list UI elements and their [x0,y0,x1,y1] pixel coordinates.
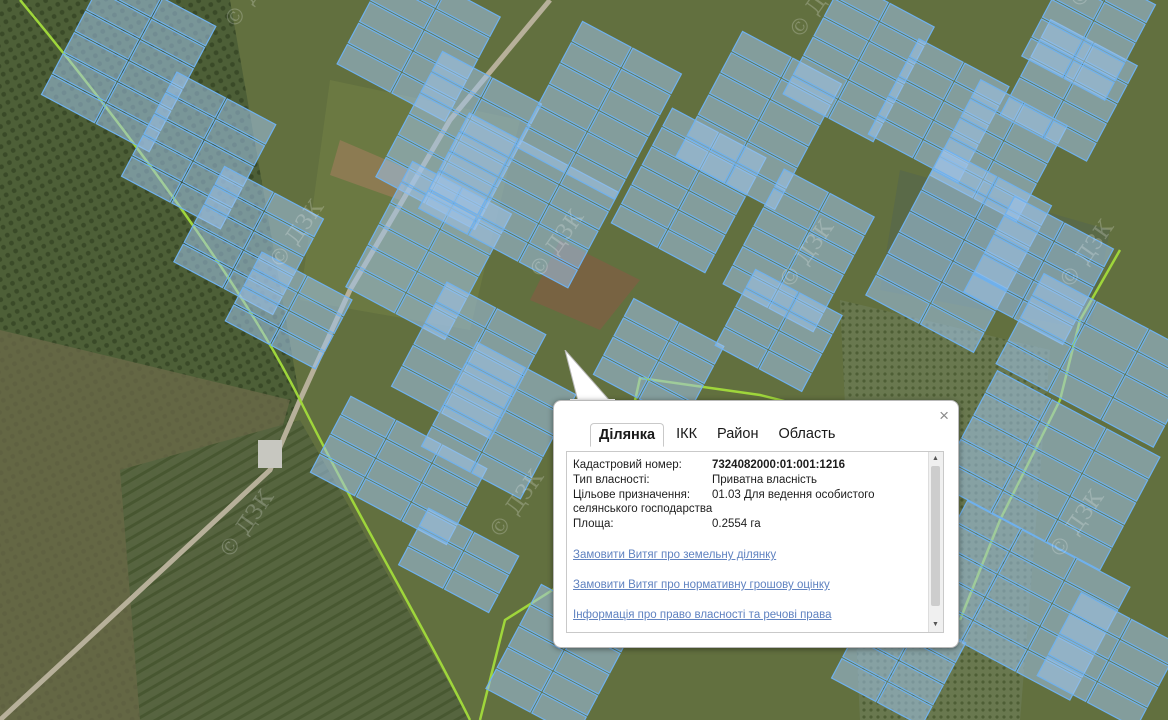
popup-pointer [564,350,615,402]
scroll-up-arrow[interactable]: ▲ [932,455,939,463]
purpose-value-continued: селянського господарства [573,503,713,515]
tab-ikk[interactable]: ІКК [668,423,705,447]
close-icon[interactable]: × [939,407,949,424]
tab-district[interactable]: Район [709,423,766,447]
tab-region[interactable]: Область [770,423,843,447]
scrollbar[interactable]: ▲ ▼ [928,452,943,632]
purpose-label: Цільове призначення: [573,489,691,501]
parcel-info: Кадастровий номер: 7324082000:01:001:121… [573,458,923,623]
popup-tabs: Ділянка ІКК Район Область [590,423,847,447]
tab-parcel[interactable]: Ділянка [590,423,665,447]
order-parcel-extract-link[interactable]: Замовити Витяг про земельну ділянку [573,548,923,563]
area-value: 0.2554 га [712,518,761,530]
scroll-down-arrow[interactable]: ▼ [932,621,939,629]
ownership-type-value: Приватна власність [712,474,818,486]
ownership-type-label: Тип власності: [573,474,650,486]
scroll-thumb[interactable] [931,466,940,606]
cadastral-number-label: Кадастровий номер: [573,459,682,471]
ownership-rights-info-link[interactable]: Інформація про право власності та речові… [573,608,923,623]
cadastral-number-value: 7324082000:01:001:1216 [712,459,846,471]
building [258,440,282,468]
order-valuation-extract-link[interactable]: Замовити Витяг про нормативну грошову оц… [573,578,923,593]
parcel-details-panel: Кадастровий номер: 7324082000:01:001:121… [566,451,944,633]
area-label: Площа: [573,518,614,530]
parcel-info-popup: × Ділянка ІКК Район Область Кадастровий … [553,400,959,648]
purpose-value: 01.03 Для ведення особистого [712,489,875,501]
